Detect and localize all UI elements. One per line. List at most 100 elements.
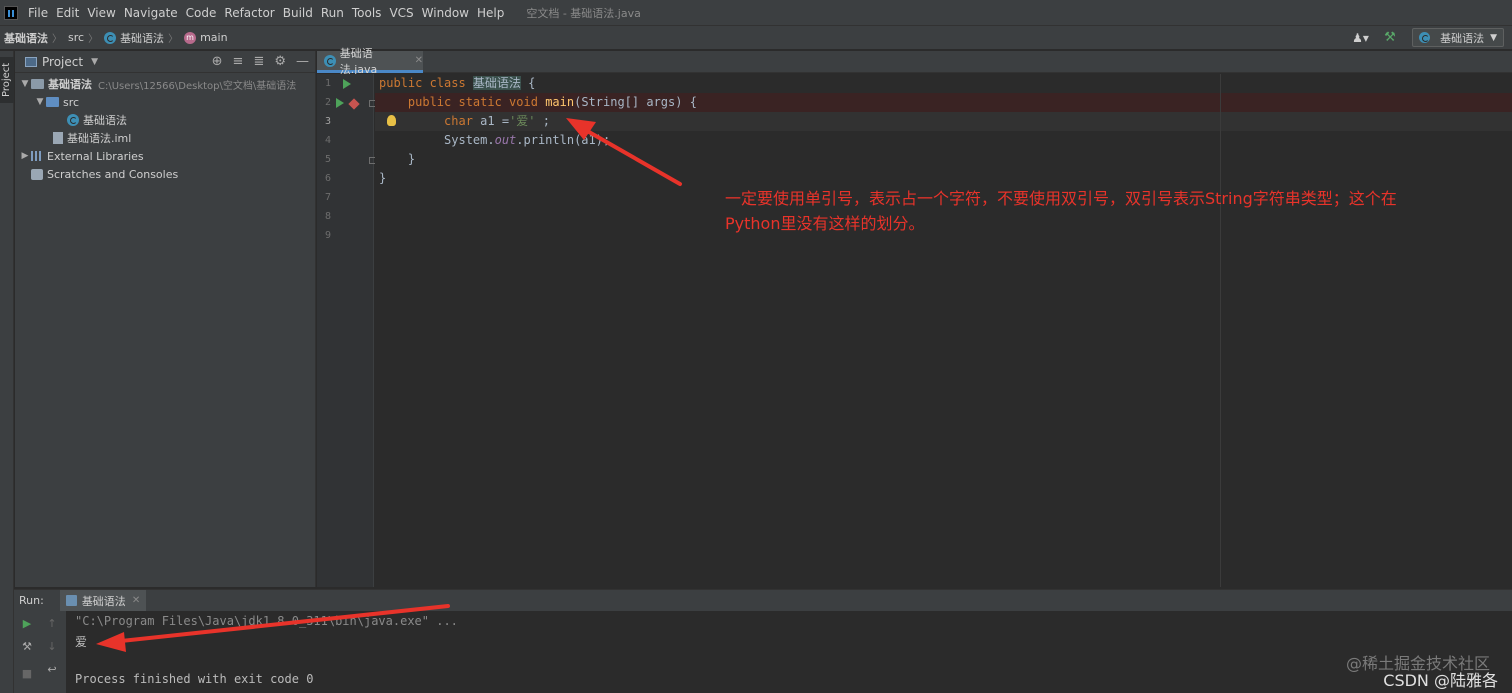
menu-refactor[interactable]: Refactor xyxy=(220,0,278,26)
run-gutter-icon[interactable] xyxy=(343,79,351,89)
annotation-text: 一定要使用单引号，表示占一个字符，不要使用双引号，双引号表示String字符串类… xyxy=(725,186,1505,236)
line-number: 7 xyxy=(324,192,331,203)
breadcrumb-class-label: 基础语法 xyxy=(120,31,165,45)
wrench-icon[interactable]: ⚒ xyxy=(20,640,34,654)
code-editor[interactable]: public class 基础语法 { public static void m… xyxy=(375,74,1512,587)
code-line-1: public class 基础语法 { xyxy=(379,76,536,90)
menu-build[interactable]: Build xyxy=(279,0,317,26)
java-class-icon xyxy=(67,114,79,126)
line-number: 8 xyxy=(324,211,331,222)
chevron-down-icon[interactable]: ▼ xyxy=(34,97,46,107)
line-number: 1 xyxy=(324,78,331,89)
project-panel: Project ▼ ⊕ ≡ ≣ ⚙ — ▼ 基础语法 C:\Users\1256… xyxy=(15,51,316,587)
line-number: 4 xyxy=(324,135,331,146)
collapse-all-icon[interactable]: ≣ xyxy=(253,54,264,69)
expand-all-icon[interactable]: ≡ xyxy=(233,54,244,69)
run-gutter-icon[interactable] xyxy=(336,98,344,108)
stop-icon[interactable]: ■ xyxy=(20,667,34,681)
run-config-icon xyxy=(65,595,77,606)
chevron-right-icon[interactable]: ▶ xyxy=(19,151,31,161)
line-number: 9 xyxy=(324,230,331,241)
tree-item-scratches[interactable]: Scratches and Consoles xyxy=(15,165,315,183)
chevron-down-icon[interactable]: ▼ xyxy=(91,57,98,67)
editor-gutter[interactable]: 1 2 3 4 5 6 7 8 9 xyxy=(317,74,376,587)
project-view-select[interactable]: Project xyxy=(42,55,83,69)
panel-tools: ⊕ ≡ ≣ ⚙ — xyxy=(212,54,309,69)
menu-tools[interactable]: Tools xyxy=(348,0,386,26)
window-title: 空文档 - 基础语法.java xyxy=(526,6,641,20)
source-folder-icon xyxy=(46,97,59,107)
library-icon xyxy=(31,151,43,161)
code-line-3: char a1 ='爱' ; xyxy=(444,114,550,128)
breadcrumb-separator-icon: 〉 xyxy=(52,34,62,45)
tab-label: 基础语法.java xyxy=(339,46,378,76)
left-tool-strip: Project xyxy=(0,51,14,693)
line-number: 6 xyxy=(324,173,331,184)
minimize-icon[interactable]: — xyxy=(296,54,309,69)
menu-window[interactable]: Window xyxy=(418,0,473,26)
run-configuration-select[interactable]: 基础语法 ▼ xyxy=(1412,28,1504,47)
annotation-line-2: Python里没有这样的划分。 xyxy=(725,214,925,233)
java-class-icon xyxy=(324,54,336,67)
project-tree: ▼ 基础语法 C:\Users\12566\Desktop\空文档\基础语法 ▼… xyxy=(15,73,315,183)
run-tab[interactable]: 基础语法 ✕ xyxy=(59,589,147,612)
arrow-up-icon[interactable]: ↑ xyxy=(45,617,59,631)
locate-crosshair-icon[interactable]: ⊕ xyxy=(212,54,223,69)
folder-icon xyxy=(31,79,44,89)
close-icon[interactable]: ✕ xyxy=(132,595,140,606)
menu-edit[interactable]: Edit xyxy=(52,0,83,26)
code-line-2: public static void main(String[] args) { xyxy=(407,95,697,109)
chevron-down-icon[interactable]: ▼ xyxy=(19,79,31,89)
build-hammer-icon[interactable]: ⚒ xyxy=(1384,30,1400,46)
nav-toolbar: ♟▾ ⚒ 基础语法 ▼ xyxy=(1352,28,1504,47)
code-line-4: System.out.println(a1); xyxy=(379,133,611,147)
close-icon[interactable]: ✕ xyxy=(415,55,423,66)
watermark-csdn: CSDN @陆雅各 xyxy=(1383,671,1498,690)
console-finished-line: Process finished with exit code 0 xyxy=(75,672,314,686)
run-console[interactable]: "C:\Program Files\Java\jdk1.8.0_311\bin\… xyxy=(66,611,1512,693)
tree-item-label: 基础语法 xyxy=(48,78,92,91)
run-panel-header: Run: 基础语法 ✕ xyxy=(14,589,1512,612)
tree-item-src[interactable]: ▼ src xyxy=(15,93,315,111)
breadcrumb-project[interactable]: 基础语法 xyxy=(0,30,50,46)
chevron-down-icon: ▼ xyxy=(1490,32,1497,43)
tree-item-label: 基础语法.iml xyxy=(67,132,132,145)
breadcrumb-class[interactable]: 基础语法 xyxy=(100,30,166,46)
arrow-down-icon[interactable]: ↓ xyxy=(45,640,59,654)
project-tool-window-button[interactable]: Project xyxy=(0,57,14,103)
breadcrumb-method-label: main xyxy=(200,31,228,44)
breadcrumb-src[interactable]: src xyxy=(64,31,86,44)
tree-item-root[interactable]: ▼ 基础语法 C:\Users\12566\Desktop\空文档\基础语法 xyxy=(15,75,315,93)
user-account-icon[interactable]: ♟▾ xyxy=(1352,30,1372,46)
intellij-logo-icon xyxy=(4,5,18,20)
rerun-icon[interactable]: ▶ xyxy=(20,617,34,631)
scratches-icon xyxy=(31,168,43,180)
project-panel-header: Project ▼ ⊕ ≡ ≣ ⚙ — xyxy=(15,51,315,73)
run-panel-label: Run: xyxy=(19,594,44,607)
menu-run[interactable]: Run xyxy=(317,0,348,26)
breakpoint-icon[interactable] xyxy=(348,98,360,110)
breadcrumb: 基础语法 〉 src 〉 基础语法 〉 m main ♟▾ ⚒ 基础语法 ▼ xyxy=(0,26,1512,50)
console-command-line: "C:\Program Files\Java\jdk1.8.0_311\bin\… xyxy=(75,614,458,628)
gear-icon[interactable]: ⚙ xyxy=(274,54,286,69)
menu-code[interactable]: Code xyxy=(182,0,221,26)
menu-view[interactable]: View xyxy=(83,0,119,26)
breadcrumb-method[interactable]: m main xyxy=(180,31,229,44)
menu-file[interactable]: File xyxy=(24,0,52,26)
tree-item-external-libraries[interactable]: ▶ External Libraries xyxy=(15,147,315,165)
tree-item-label: Scratches and Consoles xyxy=(47,167,179,181)
annotation-line-1: 一定要使用单引号，表示占一个字符，不要使用双引号，双引号表示String字符串类… xyxy=(725,189,1397,208)
menu-bar: File Edit View Navigate Code Refactor Bu… xyxy=(0,0,1512,26)
menu-help[interactable]: Help xyxy=(473,0,508,26)
soft-wrap-icon[interactable]: ↩ xyxy=(45,663,59,677)
menu-vcs[interactable]: VCS xyxy=(385,0,417,26)
editor-tabs: 基础语法.java ✕ xyxy=(317,47,1512,76)
run-toolbar: ▶ ↑ ⚒ ↓ ■ ↩ xyxy=(14,611,66,693)
run-tab-label: 基础语法 xyxy=(81,594,126,608)
tree-item-class-file[interactable]: 基础语法 xyxy=(15,111,315,129)
tab-java-file[interactable]: 基础语法.java ✕ xyxy=(317,47,423,76)
tree-item-label: External Libraries xyxy=(47,149,144,163)
tree-item-iml[interactable]: 基础语法.iml xyxy=(15,129,315,147)
menu-navigate[interactable]: Navigate xyxy=(120,0,182,26)
breadcrumb-separator-icon: 〉 xyxy=(88,34,99,45)
